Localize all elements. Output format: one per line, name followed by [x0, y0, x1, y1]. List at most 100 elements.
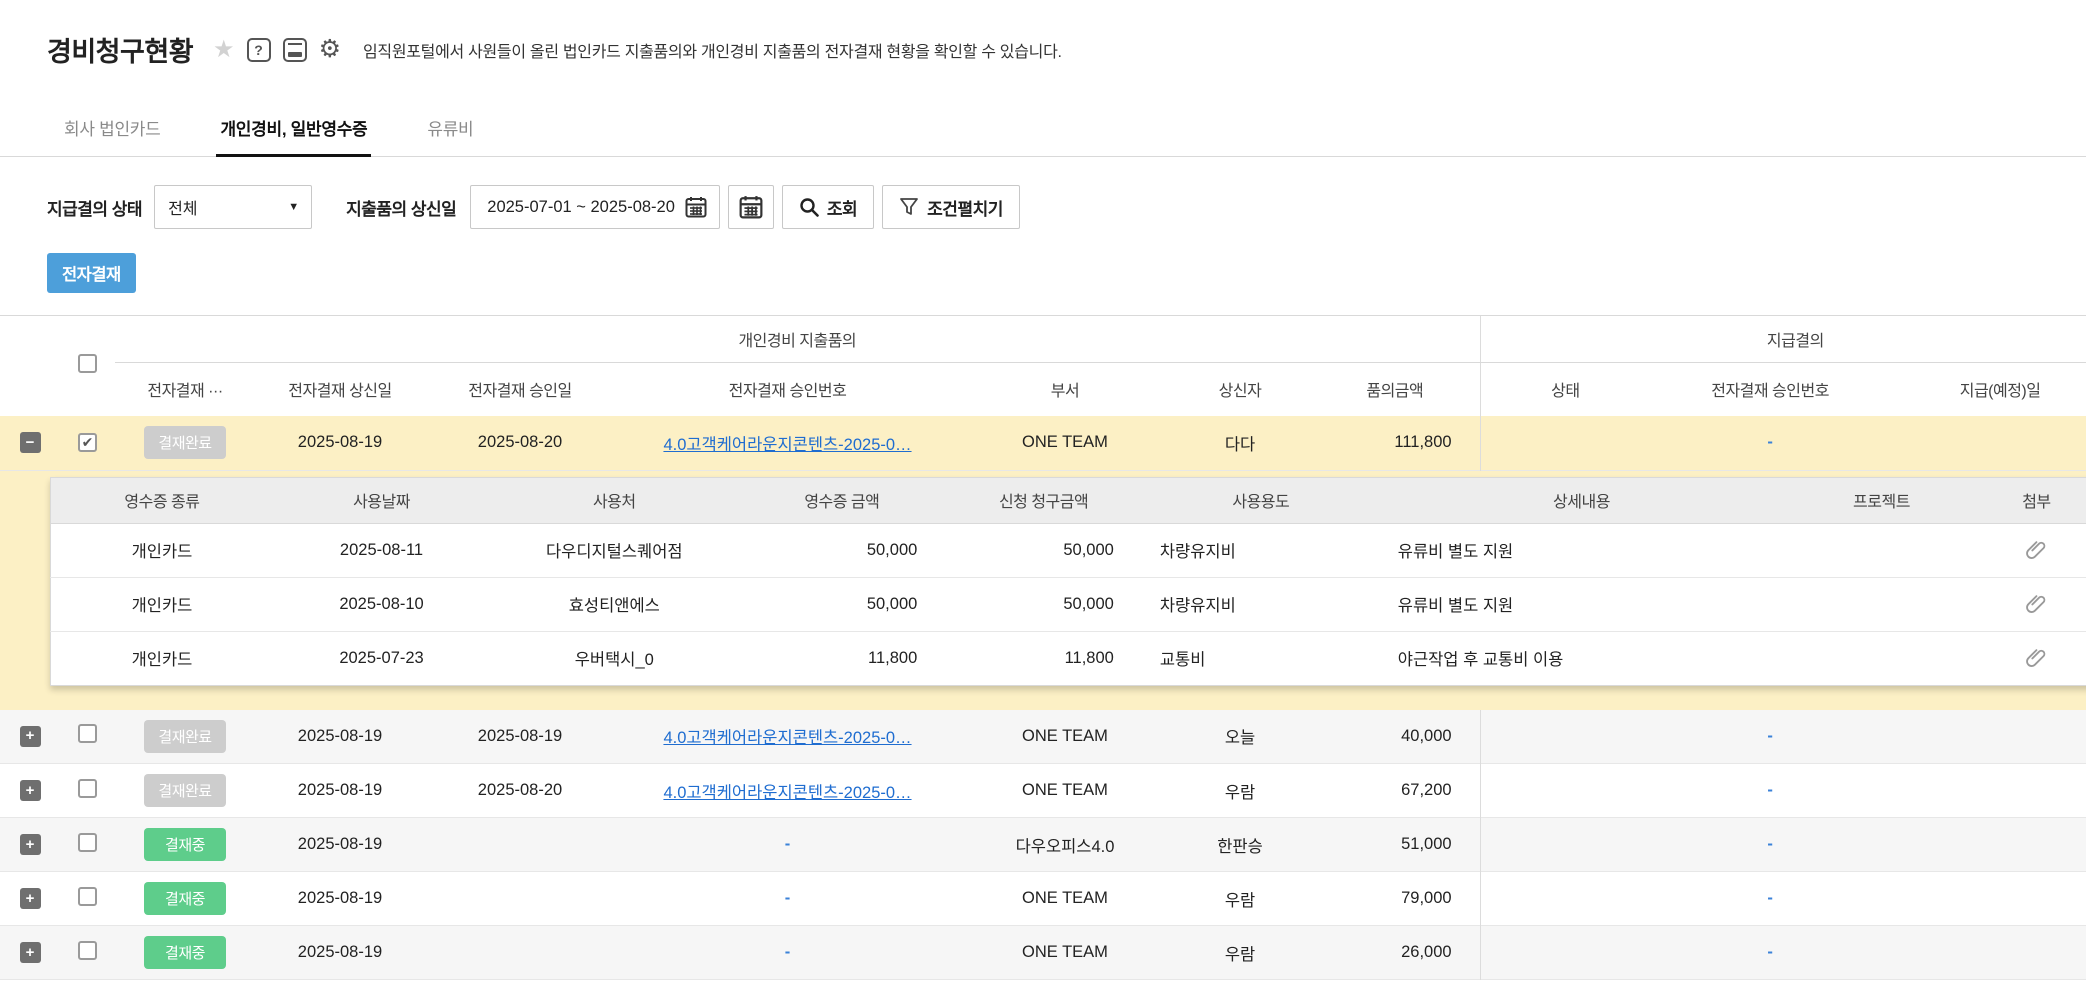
approval-document-link[interactable]: -	[785, 835, 791, 853]
select-all-checkbox[interactable]	[78, 354, 97, 373]
expand-row-button[interactable]: +	[20, 726, 41, 747]
project-cell	[1783, 523, 1980, 577]
dcol-usage: 사용용도	[1142, 477, 1380, 523]
approval-document-link[interactable]: -	[785, 943, 791, 961]
group-header-payment: 지급결의	[1480, 316, 2086, 362]
payment-doc-link[interactable]: -	[1767, 781, 1773, 799]
row-checkbox[interactable]	[78, 724, 97, 743]
status-badge: 결재중	[144, 828, 226, 861]
manual-icon[interactable]	[283, 38, 307, 62]
payment-status-select[interactable]: 전체 ▼	[154, 185, 312, 229]
payment-status-cell	[1480, 416, 1650, 470]
requester-cell: 오늘	[1170, 710, 1310, 764]
collapse-row-button[interactable]: −	[20, 432, 41, 453]
help-icon[interactable]: ?	[247, 38, 271, 62]
payment-status-cell	[1480, 872, 1650, 926]
expand-row-button[interactable]: +	[20, 888, 41, 909]
payment-doc-link[interactable]: -	[1767, 835, 1773, 853]
approval-document-link[interactable]: 4.0고객케어라운지콘텐츠-2025-0…	[663, 436, 911, 454]
attachment-paperclip-icon[interactable]	[2025, 647, 2047, 669]
table-row[interactable]: + 결재중 2025-08-19 - ONE TEAM 우람 26,000 -	[0, 926, 2086, 980]
dcol-receipt-amount: 영수증 금액	[738, 477, 945, 523]
favorite-star-icon[interactable]: ★	[213, 38, 235, 62]
expand-row-button[interactable]: +	[20, 834, 41, 855]
payment-date-cell	[1890, 872, 2086, 926]
expand-conditions-label: 조건펼치기	[927, 195, 1003, 220]
plus-icon: +	[26, 943, 35, 963]
note-cell: 유류비 별도 지원	[1380, 577, 1783, 631]
expense-table-wrap: 개인경비 지출품의 지급결의 전자결재 ··· 전자결재 상신일 전자결재 승인…	[0, 315, 2086, 980]
dcol-attachment: 첨부	[1980, 477, 2086, 523]
table-row[interactable]: + 결재중 2025-08-19 - ONE TEAM 우람 79,000 -	[0, 872, 2086, 926]
receipt-row[interactable]: 개인카드 2025-07-23 우버택시_0 11,800 11,800 교통비…	[51, 631, 2086, 685]
amount-cell: 40,000	[1310, 710, 1480, 764]
row-checkbox[interactable]	[78, 887, 97, 906]
row-checkbox[interactable]	[78, 941, 97, 960]
payment-status-cell	[1480, 710, 1650, 764]
receipt-type-cell: 개인카드	[51, 523, 273, 577]
table-row[interactable]: − ✔ 결재완료 2025-08-19 2025-08-20 4.0고객케어라운…	[0, 416, 2086, 470]
receipt-amount-cell: 50,000	[738, 577, 945, 631]
expand-conditions-button[interactable]: 조건펼치기	[882, 185, 1020, 229]
row-checkbox[interactable]	[78, 833, 97, 852]
plus-icon: +	[26, 835, 35, 855]
table-row[interactable]: + 결재완료 2025-08-19 2025-08-20 4.0고객케어라운지콘…	[0, 764, 2086, 818]
manual-icon-bar	[288, 52, 302, 57]
status-badge: 결재완료	[144, 774, 226, 807]
approve-date-cell: 2025-08-20	[425, 764, 615, 818]
receipt-row[interactable]: 개인카드 2025-08-11 다우디지털스퀘어점 50,000 50,000 …	[51, 523, 2086, 577]
table-row[interactable]: + 결재중 2025-08-19 - 다우오피스4.0 한판승 51,000 -	[0, 818, 2086, 872]
tab-corporate-card[interactable]: 회사 법인카드	[60, 105, 164, 156]
attachment-paperclip-icon[interactable]	[2025, 539, 2047, 561]
claim-amount-cell: 11,800	[945, 631, 1142, 685]
settings-gear-icon[interactable]: ⚙	[319, 37, 341, 62]
tab-personal-expense[interactable]: 개인경비, 일반영수증	[216, 105, 371, 157]
approval-document-link[interactable]: -	[785, 889, 791, 907]
merchant-cell: 다우디지털스퀘어점	[490, 523, 738, 577]
row-checkbox[interactable]	[78, 779, 97, 798]
tab-fuel-expense[interactable]: 유류비	[423, 105, 477, 156]
col-requester: 상신자	[1170, 362, 1310, 416]
page-description: 임직원포털에서 사원들이 올린 법인카드 지출품의와 개인경비 지출품의 전자결…	[363, 38, 1062, 62]
attachment-paperclip-icon[interactable]	[2025, 593, 2047, 615]
chevron-down-icon: ▼	[288, 201, 299, 213]
col-approval-status: 전자결재 ···	[115, 362, 255, 416]
project-cell	[1783, 631, 1980, 685]
payment-doc-link[interactable]: -	[1767, 727, 1773, 745]
claim-amount-cell: 50,000	[945, 577, 1142, 631]
calendar-icon	[685, 196, 707, 218]
payment-status-value: 전체	[168, 195, 197, 219]
col-department: 부서	[960, 362, 1170, 416]
payment-date-cell	[1890, 926, 2086, 980]
detail-row: 영수증 종류 사용날짜 사용처 영수증 금액 신청 청구금액 사용용도 상세내용…	[0, 470, 2086, 710]
expand-row-button[interactable]: +	[20, 942, 41, 963]
search-button[interactable]: 조회	[782, 185, 874, 229]
approval-document-link[interactable]: 4.0고객케어라운지콘텐츠-2025-0…	[663, 729, 911, 747]
payment-doc-link[interactable]: -	[1767, 433, 1773, 451]
col-approve-number: 전자결재 승인번호	[615, 362, 960, 416]
submit-date-cell: 2025-08-19	[255, 710, 425, 764]
expand-column-header	[0, 316, 60, 416]
date-range-input[interactable]: 2025-07-01 ~ 2025-08-20	[470, 185, 720, 229]
table-row[interactable]: + 결재완료 2025-08-19 2025-08-19 4.0고객케어라운지콘…	[0, 710, 2086, 764]
plus-icon: +	[26, 781, 35, 801]
receipt-amount-cell: 11,800	[738, 631, 945, 685]
approval-document-link[interactable]: 4.0고객케어라운지콘텐츠-2025-0…	[663, 784, 911, 802]
expand-row-button[interactable]: +	[20, 780, 41, 801]
row-checkbox[interactable]: ✔	[78, 433, 97, 452]
receipt-amount-cell: 50,000	[738, 523, 945, 577]
payment-doc-link[interactable]: -	[1767, 889, 1773, 907]
department-cell: ONE TEAM	[960, 416, 1170, 470]
receipt-row[interactable]: 개인카드 2025-08-10 효성티앤에스 50,000 50,000 차량유…	[51, 577, 2086, 631]
payment-doc-link[interactable]: -	[1767, 943, 1773, 961]
col-payment-date: 지급(예정)일	[1890, 362, 2086, 416]
status-badge: 결재중	[144, 936, 226, 969]
requester-cell: 다다	[1170, 416, 1310, 470]
minus-icon: −	[26, 433, 35, 453]
dcol-use-date: 사용날짜	[273, 477, 490, 523]
col-payment-approve-number: 전자결재 승인번호	[1650, 362, 1890, 416]
amount-cell: 67,200	[1310, 764, 1480, 818]
calendar-picker-button[interactable]	[728, 185, 774, 229]
usage-cell: 교통비	[1142, 631, 1380, 685]
epayment-button[interactable]: 전자결재	[47, 253, 136, 293]
